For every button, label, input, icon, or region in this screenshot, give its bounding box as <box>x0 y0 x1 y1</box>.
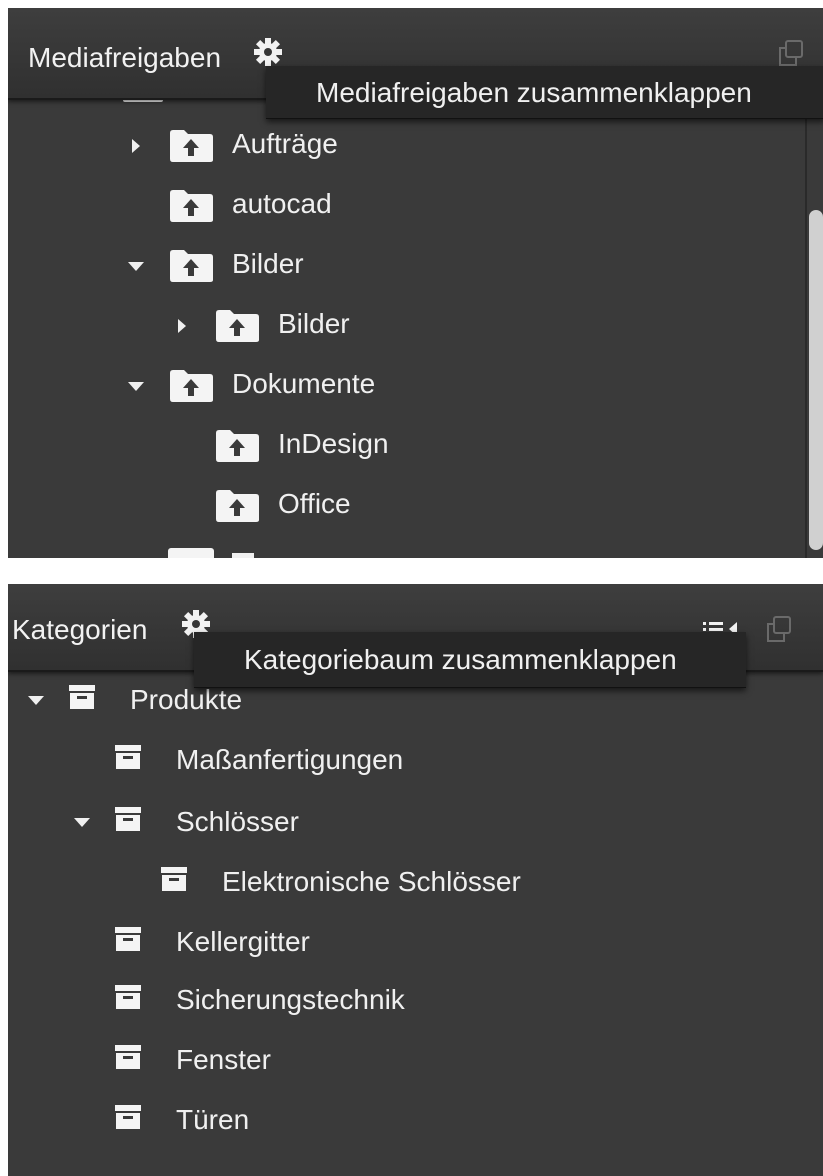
tree-item-label: Dokumente <box>232 368 376 399</box>
archive-box-icon <box>115 807 141 831</box>
tree-item-bilder[interactable]: Bilder <box>8 246 798 286</box>
tree-item-label: InDesign <box>278 428 389 459</box>
tree-item-label: Elektronische Schlösser <box>222 866 521 897</box>
tree-item-autocad[interactable]: autocad <box>8 186 798 226</box>
chevron-down-icon[interactable] <box>26 690 46 710</box>
tree-item-auftraege[interactable]: Aufträge <box>8 126 798 166</box>
archive-box-icon <box>69 685 95 709</box>
tree-item-elektronische-schloesser[interactable]: Elektronische Schlösser <box>8 862 808 902</box>
tree-item-label: Fenster <box>176 1044 271 1075</box>
folder-upload-icon <box>170 250 213 282</box>
archive-box-icon <box>115 1105 141 1129</box>
panel-title: Kategorien <box>12 614 148 645</box>
tree-item-label: Aufträge <box>232 128 338 159</box>
folder-upload-icon <box>170 130 213 162</box>
tree-item-label: Bilder <box>232 248 304 279</box>
tree-item-tueren[interactable]: Türen <box>8 1100 808 1140</box>
tree-item-massanfertigungen[interactable]: Maßanfertigungen <box>8 740 808 780</box>
collapse-tooltip: Mediafreigaben zusammenklappen <box>266 66 823 119</box>
tree-item-label: Office <box>278 488 351 519</box>
tree-item-dokumente[interactable]: Dokumente <box>8 366 798 406</box>
tree-item-fenster[interactable]: Fenster <box>8 1040 808 1080</box>
partial-label-bottom <box>232 553 254 558</box>
tree-item-office[interactable]: Office <box>8 486 798 526</box>
tree-item-schloesser[interactable]: Schlösser <box>8 802 808 842</box>
tree-item-sicherungstechnik[interactable]: Sicherungstechnik <box>8 980 808 1020</box>
tree-item-indesign[interactable]: InDesign <box>8 426 798 466</box>
tree-item-label: Sicherungstechnik <box>176 984 405 1015</box>
tree-item-kellergitter[interactable]: Kellergitter <box>8 922 808 962</box>
folder-upload-icon <box>216 310 259 342</box>
chevron-down-icon[interactable] <box>126 376 146 396</box>
scroll-thumb[interactable] <box>809 210 823 550</box>
tree-item-bilder-child[interactable]: Bilder <box>8 306 798 346</box>
tree-item-label: Kellergitter <box>176 926 310 957</box>
gear-icon[interactable] <box>252 36 284 68</box>
folder-upload-icon <box>170 190 213 222</box>
tree-item-label: Schlösser <box>176 806 299 837</box>
tree-item-label: autocad <box>232 188 332 219</box>
detach-panel-icon[interactable] <box>764 614 794 644</box>
folder-upload-icon <box>216 490 259 522</box>
media-shares-panel: Aufträge autocad Bilder Bilder Dokumente <box>8 8 823 558</box>
folder-upload-icon <box>216 430 259 462</box>
partial-folder-bottom <box>168 548 214 558</box>
archive-box-icon <box>161 867 187 891</box>
archive-box-icon <box>115 985 141 1009</box>
media-scrollbar[interactable] <box>805 100 823 558</box>
panel-title: Mediafreigaben <box>28 42 222 73</box>
archive-box-icon <box>115 1045 141 1069</box>
collapse-tooltip: Kategoriebaum zusammenklappen <box>194 632 746 688</box>
categories-panel: Kategorien Produkte Maßanfertigungen Sch… <box>8 584 823 1176</box>
archive-box-icon <box>115 927 141 951</box>
archive-box-icon <box>115 745 141 769</box>
tree-item-label: Maßanfertigungen <box>176 744 404 775</box>
chevron-right-icon[interactable] <box>126 136 146 156</box>
tree-item-label: Produkte <box>130 684 243 715</box>
detach-panel-icon[interactable] <box>776 38 806 68</box>
tree-item-label: Türen <box>176 1104 250 1135</box>
chevron-right-icon[interactable] <box>172 316 192 336</box>
chevron-down-icon[interactable] <box>126 256 146 276</box>
folder-upload-icon <box>170 370 213 402</box>
chevron-down-icon[interactable] <box>72 812 92 832</box>
tree-item-label: Bilder <box>278 308 350 339</box>
